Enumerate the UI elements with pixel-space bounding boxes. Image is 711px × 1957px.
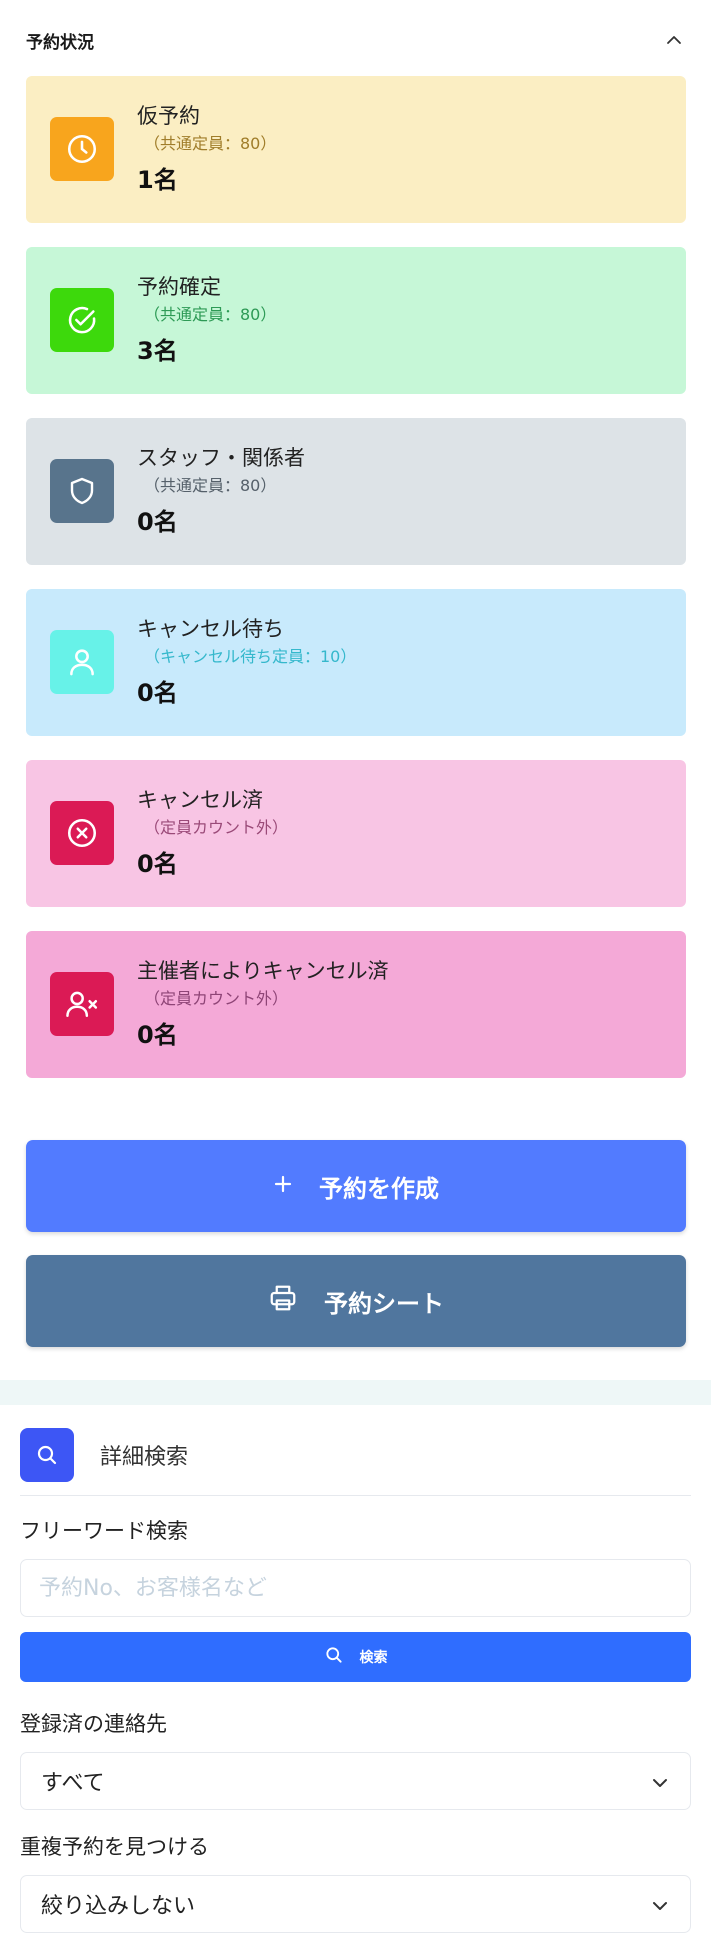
user-x-icon xyxy=(50,972,114,1036)
search-icon xyxy=(324,1645,344,1669)
section-divider xyxy=(0,1380,711,1405)
status-card-title: 予約確定 xyxy=(137,275,221,299)
panel-title: 予約状況 xyxy=(26,32,94,53)
advanced-search-header: 詳細検索 xyxy=(20,1428,188,1482)
status-card-title: 主催者によりキャンセル済 xyxy=(137,959,389,983)
status-card-subtitle: （キャンセル待ち定員：10） xyxy=(144,647,357,666)
status-card-subtitle: （共通定員：80） xyxy=(144,134,277,153)
shield-icon xyxy=(50,459,114,523)
plus-icon xyxy=(273,1172,293,1200)
status-card-subtitle: （共通定員：80） xyxy=(144,476,277,495)
status-card-count: 1名 xyxy=(137,166,178,194)
reservation-sheet-button[interactable]: 予約シート xyxy=(26,1255,686,1347)
user-icon xyxy=(50,630,114,694)
status-card-title: 仮予約 xyxy=(137,104,200,128)
search-icon xyxy=(20,1428,74,1482)
status-card-subtitle: （定員カウント外） xyxy=(144,989,289,1008)
clock-icon xyxy=(50,117,114,181)
status-card-count: 3名 xyxy=(137,337,178,365)
freeword-label: フリーワード検索 xyxy=(20,1519,188,1543)
status-card-count: 0名 xyxy=(137,1021,178,1049)
status-card-count: 0名 xyxy=(137,850,178,878)
status-card-title: キャンセル済 xyxy=(137,788,263,812)
status-card-staff[interactable]: スタッフ・関係者 （共通定員：80） 0名 xyxy=(26,418,686,565)
freeword-search-input[interactable] xyxy=(20,1559,691,1617)
status-card-title: キャンセル待ち xyxy=(137,617,284,641)
status-card-subtitle: （定員カウント外） xyxy=(144,818,289,837)
status-card-title: スタッフ・関係者 xyxy=(137,446,305,470)
header-rule xyxy=(20,1495,691,1496)
reservation-status-header[interactable]: 予約状況 xyxy=(26,28,686,53)
chevron-down-icon xyxy=(652,1769,668,1794)
search-button[interactable]: 検索 xyxy=(20,1632,691,1682)
printer-icon xyxy=(268,1283,298,1319)
status-card-confirmed[interactable]: 予約確定 （共通定員：80） 3名 xyxy=(26,247,686,394)
contact-filter-select[interactable]: すべて xyxy=(20,1752,691,1810)
duplicate-filter-value: 絞り込みしない xyxy=(41,1894,196,1919)
duplicate-filter-select[interactable]: 絞り込みしない xyxy=(20,1875,691,1933)
search-button-label: 検索 xyxy=(359,1650,388,1666)
chevron-down-icon xyxy=(652,1892,668,1917)
reservation-status-panel: 予約状況 仮予約 （共通定員：80） 1名 予約確定 （共通定員：80） 3名 … xyxy=(0,0,711,1380)
reservation-sheet-label: 予約シート xyxy=(324,1289,444,1318)
check-circle-icon xyxy=(50,288,114,352)
create-reservation-label: 予約を作成 xyxy=(319,1174,439,1203)
duplicate-filter-label: 重複予約を見つける xyxy=(20,1835,209,1859)
status-card-subtitle: （共通定員：80） xyxy=(144,305,277,324)
status-card-cancelled[interactable]: キャンセル済 （定員カウント外） 0名 xyxy=(26,760,686,907)
status-card-provisional[interactable]: 仮予約 （共通定員：80） 1名 xyxy=(26,76,686,223)
contact-filter-label: 登録済の連絡先 xyxy=(20,1712,167,1736)
chevron-up-icon[interactable] xyxy=(662,28,686,52)
status-card-count: 0名 xyxy=(137,679,178,707)
advanced-search-panel: 詳細検索 フリーワード検索 検索 登録済の連絡先 すべて 重複予約を見つける 絞… xyxy=(0,1405,711,1957)
x-circle-icon xyxy=(50,801,114,865)
status-card-waitlist[interactable]: キャンセル待ち （キャンセル待ち定員：10） 0名 xyxy=(26,589,686,736)
create-reservation-button[interactable]: 予約を作成 xyxy=(26,1140,686,1232)
status-card-count: 0名 xyxy=(137,508,178,536)
advanced-search-title: 詳細検索 xyxy=(100,1445,189,1470)
status-card-cancelled-by-organizer[interactable]: 主催者によりキャンセル済 （定員カウント外） 0名 xyxy=(26,931,686,1078)
contact-filter-value: すべて xyxy=(41,1771,105,1796)
